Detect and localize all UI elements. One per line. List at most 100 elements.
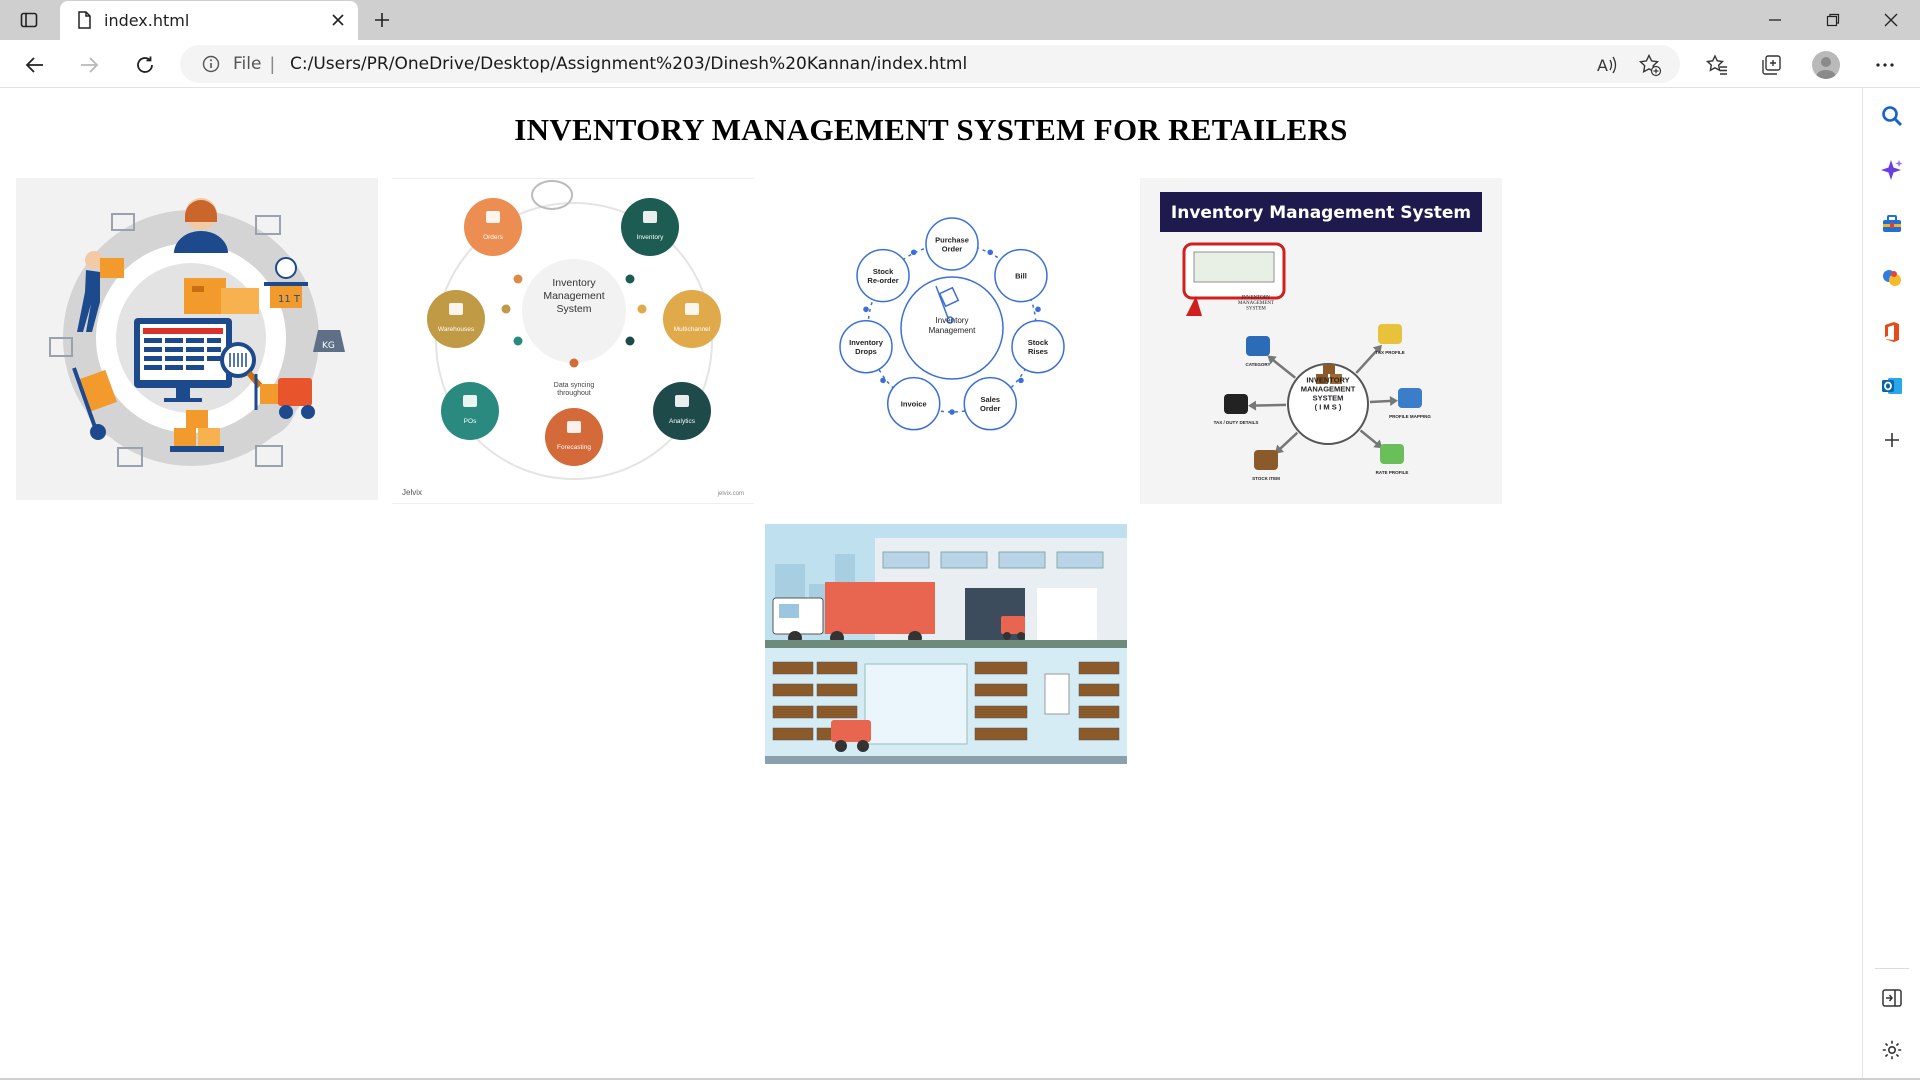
svg-text:Inventory: Inventory: [637, 234, 664, 241]
ims-node-tax-duty-details: TAX / DUTY DETAILS: [1214, 394, 1287, 425]
svg-text:Warehouses: Warehouses: [438, 326, 475, 333]
sidebar-toggle-icon[interactable]: [18, 9, 40, 31]
outlook-icon[interactable]: [1878, 372, 1906, 400]
svg-text:INVENTORYMANAGEMENTSYSTEM: INVENTORY MANAGEMENT SYSTEM: [1238, 296, 1274, 312]
brand-right: jelvix.com: [717, 491, 744, 497]
file-label: File: [233, 54, 262, 74]
games-icon[interactable]: [1878, 264, 1906, 292]
svg-text:KG: KG: [322, 341, 335, 351]
cycle-dot: [513, 274, 523, 284]
plus-icon[interactable]: [370, 8, 394, 32]
cycle-node-warehouses: Warehouses: [427, 290, 485, 348]
ims-node-stock-item: STOCK ITEM: [1252, 431, 1299, 481]
refresh-icon[interactable]: [130, 50, 160, 80]
close-icon[interactable]: [328, 10, 348, 30]
svg-text:SalesOrder: Sales Order: [980, 395, 1001, 413]
sidebar-divider: [1875, 968, 1909, 969]
minimize-icon[interactable]: [1752, 6, 1798, 34]
cycle-dot: [625, 336, 635, 346]
flow-node-stock-re-order: Stock Re-order: [856, 248, 917, 303]
arrow-left-icon[interactable]: [20, 50, 50, 80]
cycle-node-analytics: Analytics: [653, 382, 711, 440]
svg-text:Orders: Orders: [483, 234, 504, 241]
page-icon: [74, 10, 94, 30]
avatar[interactable]: [1812, 51, 1840, 79]
ims-node-category: CATEGORY: [1245, 336, 1296, 379]
star-plus-icon[interactable]: [1638, 53, 1662, 77]
favorites-icon[interactable]: [1702, 50, 1732, 80]
cycle-dot: [637, 304, 647, 314]
search-icon[interactable]: [1878, 102, 1906, 130]
ims-banner-title: Inventory Management System: [1171, 203, 1471, 223]
svg-text:TAX / DUTY DETAILS: TAX / DUTY DETAILS: [1214, 420, 1259, 425]
cycle-node-inventory: Inventory: [621, 198, 679, 256]
clipboard-icon: [1044, 673, 1070, 715]
page-content: INVENTORY MANAGEMENT SYSTEM FOR RETAILER…: [0, 88, 1862, 1080]
ground-strip: [765, 640, 1127, 648]
cycle-dot: [569, 358, 579, 368]
read-aloud-icon[interactable]: A: [1594, 53, 1618, 77]
settings-icon[interactable]: [1878, 1036, 1906, 1064]
close-icon[interactable]: [1868, 6, 1914, 34]
weight-icon: KG: [313, 330, 345, 352]
ims-inset-image: INVENTORY MANAGEMENT SYSTEM: [1182, 242, 1286, 316]
floor-strip: [765, 756, 1127, 764]
tab-active[interactable]: index.html: [60, 1, 358, 40]
tab-title: index.html: [104, 11, 190, 30]
info-icon[interactable]: [202, 55, 220, 73]
svg-text:Multichannel: Multichannel: [674, 326, 711, 333]
svg-text:Forecasting: Forecasting: [557, 444, 591, 451]
sync-label: Data syncing throughout: [554, 382, 595, 397]
svg-text:Invoice: Invoice: [901, 400, 927, 409]
brand-left: Jelvix: [402, 488, 422, 497]
cycle-node-forecasting: Forecasting: [545, 408, 603, 466]
svg-text:TAX PROFILE: TAX PROFILE: [1375, 350, 1404, 355]
address-separator: |: [270, 54, 275, 74]
ims-diagram-image: Inventory Management System INVENTORY MAN…: [1140, 178, 1502, 504]
svg-text:Bill: Bill: [1015, 272, 1027, 281]
edge-sidebar: [1862, 88, 1920, 1080]
svg-text:A: A: [1597, 56, 1608, 75]
cycle-dot: [501, 304, 511, 314]
svg-text:StockRises: Stock Rises: [1028, 338, 1049, 356]
svg-text:PROFILE MAPPING: PROFILE MAPPING: [1389, 414, 1431, 419]
dock-door: [864, 663, 968, 745]
page-title: INVENTORY MANAGEMENT SYSTEM FOR RETAILER…: [514, 112, 1348, 147]
warehouse-illustration-image: [765, 524, 1127, 764]
sidebar-panel-icon[interactable]: [1878, 984, 1906, 1012]
cycle-node-orders: Orders: [464, 198, 522, 256]
browser-toolbar: File | C:/Users/PR/OneDrive/Desktop/Assi…: [0, 40, 1920, 88]
package-outline-icon: [255, 445, 283, 467]
flow-node-inventory-drops: Inventory Drops: [839, 306, 893, 374]
ims-node-rate-profile: RATE PROFILE: [1359, 429, 1409, 475]
flow-node-stock-rises: Stock Rises: [1011, 319, 1065, 384]
copilot-icon[interactable]: [1878, 156, 1906, 184]
inventory-cycle-image: Inventory Management System Orders Inventor…: [392, 178, 754, 504]
cycle-dot: [625, 274, 635, 284]
add-icon[interactable]: [1878, 426, 1906, 454]
flow-node-invoice: Invoice: [880, 376, 941, 431]
address-bar[interactable]: File | C:/Users/PR/OneDrive/Desktop/Assi…: [180, 45, 1680, 83]
office-icon[interactable]: [1878, 318, 1906, 346]
svg-text:Analytics: Analytics: [669, 418, 696, 425]
restore-icon[interactable]: [1810, 6, 1856, 34]
ims-node-tax-profile: TAX PROFILE: [1355, 324, 1405, 374]
inventory-illustration-image: 11 T KG: [16, 178, 378, 500]
svg-text:RATE PROFILE: RATE PROFILE: [1376, 470, 1409, 475]
cycle-dot: [513, 336, 523, 346]
tools-icon[interactable]: [1878, 210, 1906, 238]
inventory-flow-image: Inventory Management Purchase Order Bill Sto…: [766, 178, 1128, 500]
tab-strip: index.html: [0, 0, 1920, 40]
svg-text:STOCK ITEM: STOCK ITEM: [1252, 476, 1280, 481]
svg-text:POs: POs: [464, 418, 477, 425]
cycle-node-multichannel: Multichannel: [663, 290, 721, 348]
flow-node-sales-order: Sales Order: [949, 376, 1018, 431]
url-text[interactable]: C:/Users/PR/OneDrive/Desktop/Assignment%…: [290, 54, 967, 74]
cycle-node-pos: POs: [441, 382, 499, 440]
ellipsis-icon[interactable]: [1870, 50, 1900, 80]
shelf-tag: 11 T: [278, 294, 301, 305]
collections-icon[interactable]: [1756, 50, 1786, 80]
ims-node-profile-mapping: PROFILE MAPPING: [1369, 388, 1431, 419]
arrow-right-icon[interactable]: [74, 50, 104, 80]
svg-text:CATEGORY: CATEGORY: [1245, 362, 1270, 367]
